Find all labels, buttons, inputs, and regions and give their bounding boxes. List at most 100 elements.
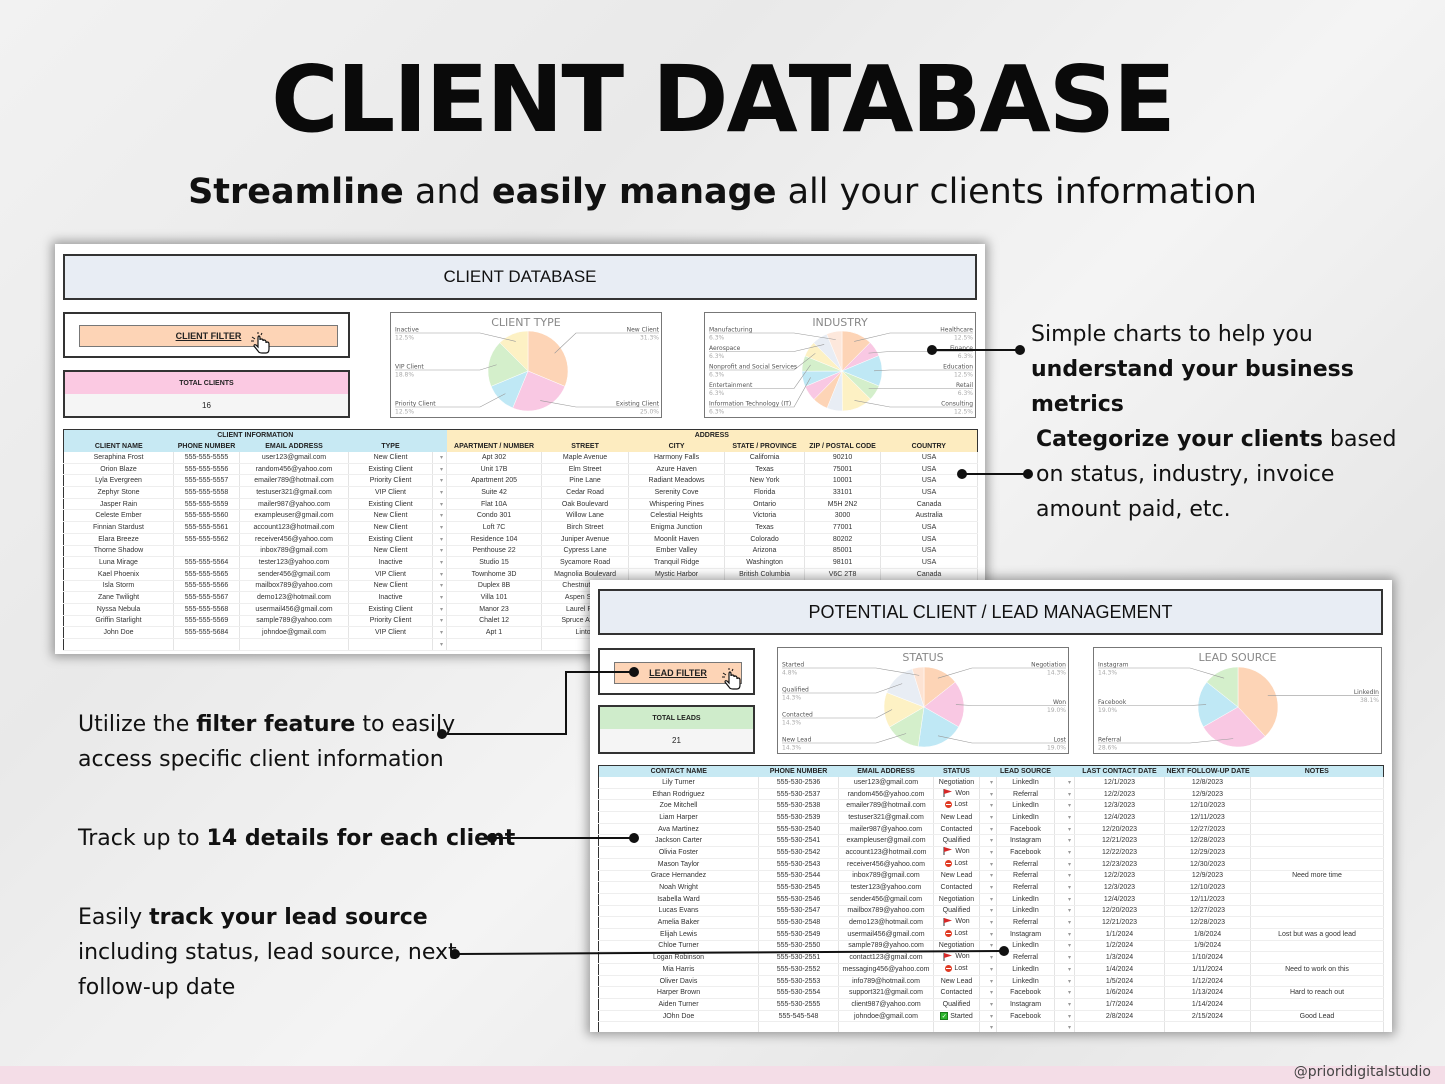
dropdown-arrow-icon[interactable]: ▾ (432, 638, 448, 651)
dropdown-arrow-icon[interactable]: ▾ (432, 509, 448, 523)
table-cell[interactable]: New Client (348, 451, 433, 464)
table-cell[interactable]: Inactive (348, 556, 433, 569)
table-cell[interactable]: New Client (348, 580, 433, 593)
dropdown-arrow-icon[interactable]: ▾ (432, 615, 448, 628)
table-cell[interactable]: VIP Client (348, 568, 433, 581)
dropdown-arrow-icon[interactable]: ▾ (1054, 799, 1075, 813)
dropdown-arrow-icon[interactable]: ▾ (432, 451, 448, 464)
dropdown-arrow-icon[interactable]: ▾ (1054, 811, 1075, 824)
dropdown-arrow-icon[interactable]: ▾ (432, 626, 448, 639)
dropdown-arrow-icon[interactable]: ▾ (432, 474, 448, 488)
table-cell[interactable]: Facebook (996, 823, 1055, 836)
dropdown-arrow-icon[interactable]: ▾ (432, 591, 448, 604)
dropdown-arrow-icon[interactable]: ▾ (1054, 893, 1075, 906)
table-cell[interactable]: Priority Client (348, 474, 433, 488)
dropdown-arrow-icon[interactable]: ▾ (432, 603, 448, 616)
table-cell[interactable]: Lost (933, 799, 980, 813)
table-cell[interactable]: Qualified (933, 905, 980, 918)
table-cell[interactable]: Priority Client (348, 615, 433, 628)
dropdown-arrow-icon[interactable]: ▾ (979, 870, 997, 883)
dropdown-arrow-icon[interactable]: ▾ (979, 963, 997, 976)
dropdown-arrow-icon[interactable]: ▾ (979, 928, 997, 941)
table-cell[interactable]: Facebook (996, 1010, 1055, 1023)
dropdown-arrow-icon[interactable]: ▾ (979, 893, 997, 906)
table-cell[interactable]: Existing Client (348, 603, 433, 616)
client-filter-button[interactable]: CLIENT FILTER (79, 325, 338, 347)
dropdown-arrow-icon[interactable]: ▾ (979, 986, 997, 1000)
table-cell[interactable]: Won (933, 916, 980, 929)
table-cell[interactable]: New Client (348, 521, 433, 534)
table-cell[interactable]: LinkedIn (996, 975, 1055, 988)
dropdown-arrow-icon[interactable]: ▾ (979, 905, 997, 918)
dropdown-arrow-icon[interactable]: ▾ (1054, 951, 1075, 964)
table-cell[interactable]: LinkedIn (996, 940, 1055, 953)
dropdown-arrow-icon[interactable]: ▾ (1054, 846, 1075, 859)
table-cell[interactable]: Referral (996, 858, 1055, 871)
table-cell[interactable]: Existing Client (348, 533, 433, 546)
table-cell[interactable]: Lost (933, 858, 980, 871)
table-cell[interactable]: Referral (996, 870, 1055, 883)
table-cell[interactable]: Won (933, 788, 980, 801)
table-cell[interactable]: Referral (996, 881, 1055, 894)
dropdown-arrow-icon[interactable]: ▾ (1054, 975, 1075, 988)
table-cell[interactable]: ✓ Started (933, 1010, 980, 1023)
dropdown-arrow-icon[interactable]: ▾ (432, 533, 448, 546)
table-cell[interactable]: Lost (933, 963, 980, 976)
dropdown-arrow-icon[interactable]: ▾ (432, 545, 448, 558)
dropdown-arrow-icon[interactable]: ▾ (979, 998, 997, 1011)
table-cell[interactable]: Existing Client (348, 463, 433, 476)
table-cell[interactable]: LinkedIn (996, 963, 1055, 976)
table-cell[interactable]: Instagram (996, 928, 1055, 941)
dropdown-arrow-icon[interactable]: ▾ (979, 823, 997, 836)
dropdown-arrow-icon[interactable]: ▾ (1054, 986, 1075, 1000)
table-cell[interactable] (933, 1021, 980, 1032)
table-cell[interactable]: LinkedIn (996, 811, 1055, 824)
dropdown-arrow-icon[interactable]: ▾ (1054, 1010, 1075, 1023)
table-cell[interactable]: Facebook (996, 986, 1055, 1000)
dropdown-arrow-icon[interactable]: ▾ (1054, 928, 1075, 941)
dropdown-arrow-icon[interactable]: ▾ (432, 486, 448, 499)
table-cell[interactable]: Instagram (996, 998, 1055, 1011)
table-cell[interactable]: Instagram (996, 834, 1055, 848)
table-cell[interactable]: Won (933, 846, 980, 859)
table-cell[interactable]: Qualified (933, 834, 980, 848)
dropdown-arrow-icon[interactable]: ▾ (979, 799, 997, 813)
dropdown-arrow-icon[interactable]: ▾ (979, 1021, 997, 1032)
table-cell[interactable]: Existing Client (348, 498, 433, 511)
dropdown-arrow-icon[interactable]: ▾ (432, 498, 448, 511)
table-cell[interactable]: Qualified (933, 998, 980, 1011)
dropdown-arrow-icon[interactable]: ▾ (432, 521, 448, 534)
dropdown-arrow-icon[interactable]: ▾ (1054, 881, 1075, 894)
dropdown-arrow-icon[interactable]: ▾ (979, 858, 997, 871)
table-cell[interactable]: VIP Client (348, 486, 433, 499)
table-cell[interactable]: New Lead (933, 870, 980, 883)
table-cell[interactable]: Negotiation (933, 940, 980, 953)
dropdown-arrow-icon[interactable]: ▾ (432, 556, 448, 569)
dropdown-arrow-icon[interactable]: ▾ (1054, 963, 1075, 976)
dropdown-arrow-icon[interactable]: ▾ (1054, 776, 1075, 789)
dropdown-arrow-icon[interactable]: ▾ (1054, 834, 1075, 848)
dropdown-arrow-icon[interactable]: ▾ (1054, 858, 1075, 871)
dropdown-arrow-icon[interactable]: ▾ (979, 940, 997, 953)
dropdown-arrow-icon[interactable]: ▾ (979, 834, 997, 848)
table-cell[interactable]: Referral (996, 788, 1055, 801)
table-cell[interactable] (348, 638, 433, 651)
dropdown-arrow-icon[interactable]: ▾ (1054, 940, 1075, 953)
table-cell[interactable] (996, 1021, 1055, 1032)
dropdown-arrow-icon[interactable]: ▾ (979, 846, 997, 859)
table-cell[interactable]: Contacted (933, 823, 980, 836)
dropdown-arrow-icon[interactable]: ▾ (979, 881, 997, 894)
dropdown-arrow-icon[interactable]: ▾ (432, 463, 448, 476)
dropdown-arrow-icon[interactable]: ▾ (432, 568, 448, 581)
dropdown-arrow-icon[interactable]: ▾ (979, 975, 997, 988)
table-cell[interactable]: New Lead (933, 975, 980, 988)
table-cell[interactable]: Referral (996, 951, 1055, 964)
dropdown-arrow-icon[interactable]: ▾ (1054, 823, 1075, 836)
dropdown-arrow-icon[interactable]: ▾ (1054, 788, 1075, 801)
table-cell[interactable]: Contacted (933, 986, 980, 1000)
table-cell[interactable]: Facebook (996, 846, 1055, 859)
table-cell[interactable]: LinkedIn (996, 893, 1055, 906)
table-cell[interactable]: LinkedIn (996, 905, 1055, 918)
table-cell[interactable]: Referral (996, 916, 1055, 929)
dropdown-arrow-icon[interactable]: ▾ (979, 788, 997, 801)
